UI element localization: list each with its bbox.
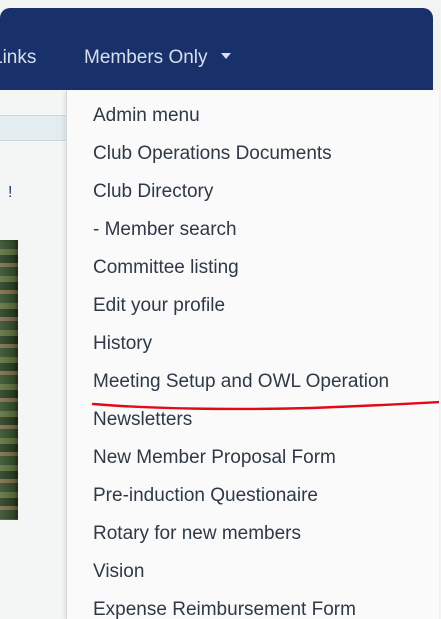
top-navigation-bar: Links Members Only — [0, 8, 433, 90]
menu-item-new-member-proposal-form[interactable]: New Member Proposal Form — [93, 444, 336, 472]
nav-item-members-only[interactable]: Members Only — [84, 47, 231, 69]
menu-item-rotary-for-new-members[interactable]: Rotary for new members — [93, 520, 301, 548]
menu-item-newsletters[interactable]: Newsletters — [93, 406, 192, 434]
menu-item-expense-reimbursement-form[interactable]: Expense Reimbursement Form — [93, 596, 356, 619]
background-search-strip — [0, 115, 66, 141]
menu-item-club-operations-documents[interactable]: Club Operations Documents — [93, 140, 332, 168]
menu-item-edit-your-profile[interactable]: Edit your profile — [93, 292, 225, 320]
browser-screenshot: Links Members Only ! Admin menu Club Ope… — [0, 0, 441, 619]
menu-item-admin-menu[interactable]: Admin menu — [93, 102, 200, 130]
nav-item-left-partial[interactable]: Links — [0, 47, 42, 69]
nav-item-left-label: Links — [0, 47, 37, 68]
menu-item-vision[interactable]: Vision — [93, 558, 144, 586]
members-only-dropdown-menu: Admin menu Club Operations Documents Clu… — [66, 90, 439, 619]
menu-item-member-search[interactable]: - Member search — [93, 216, 237, 244]
menu-item-committee-listing[interactable]: Committee listing — [93, 254, 239, 282]
background-photo-strip — [0, 240, 18, 520]
menu-item-club-directory[interactable]: Club Directory — [93, 178, 213, 206]
menu-item-history[interactable]: History — [93, 330, 152, 358]
chevron-down-icon — [220, 52, 231, 59]
background-text-mark: ! — [8, 184, 13, 201]
menu-item-meeting-setup-and-owl-operation[interactable]: Meeting Setup and OWL Operation — [93, 368, 389, 396]
menu-item-pre-induction-questionaire[interactable]: Pre-induction Questionaire — [93, 482, 318, 510]
members-only-label: Members Only — [84, 47, 208, 68]
